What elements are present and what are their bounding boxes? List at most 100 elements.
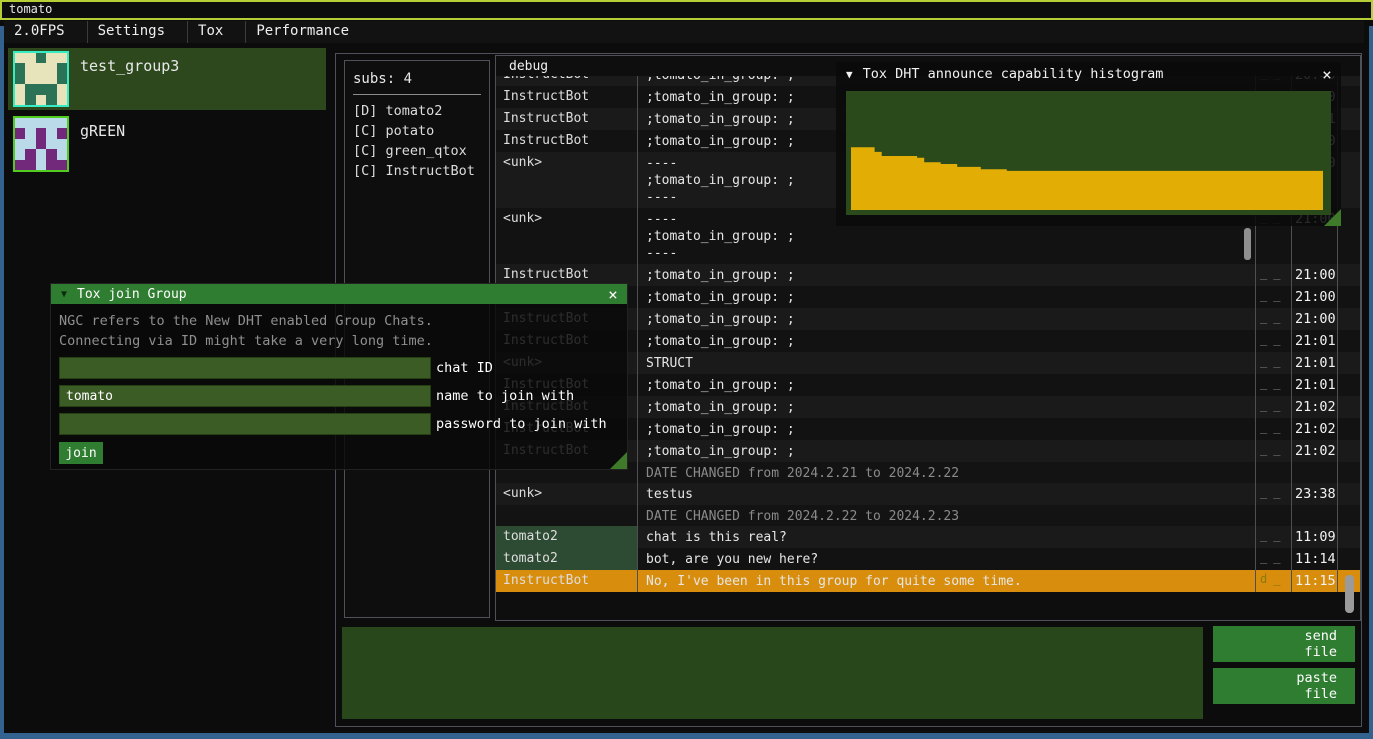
peer-item-InstructBot[interactable]: [C] InstructBot (353, 161, 481, 181)
scrollbar-gutter (1338, 108, 1360, 130)
sender-name-cell: <unk> (496, 208, 638, 264)
message-text: bot, are you new here? (638, 548, 1256, 570)
histogram-window-titlebar[interactable]: ▼ Tox DHT announce capability histogram … (836, 62, 1341, 86)
sender-name-cell: <unk> (496, 152, 638, 208)
message-text: ;tomato_in_group: ; (638, 308, 1256, 330)
delivery-indicator: _ (1260, 442, 1273, 456)
window-border-bottom (0, 733, 1373, 739)
delivery-indicators (1256, 462, 1292, 483)
delivery-indicator: _ (1273, 420, 1286, 434)
delivery-indicators: __ (1256, 526, 1292, 548)
sender-name-cell: tomato2 (496, 526, 638, 548)
message-text: testus (638, 483, 1256, 505)
delivery-indicator: d (1260, 572, 1273, 586)
timestamp: 23:38 (1292, 483, 1338, 505)
message-text: STRUCT (638, 352, 1256, 374)
scrollbar-gutter (1338, 130, 1360, 152)
group-item-test_group3[interactable]: test_group3 (8, 48, 326, 110)
collapse-arrow-icon[interactable]: ▼ (61, 289, 67, 300)
join-password-label: password to join with (436, 413, 607, 435)
timestamp: 21:01 (1292, 374, 1338, 396)
fps-indicator: 2.0FPS (4, 21, 87, 43)
menu-item-settings[interactable]: Settings (88, 21, 187, 43)
menu-item-performance[interactable]: Performance (246, 21, 371, 43)
message-text: ;tomato_in_group: ; (638, 330, 1256, 352)
peers-count: subs: 4 (353, 71, 481, 95)
timestamp: 21:02 (1292, 418, 1338, 440)
scrollbar-gutter (1338, 264, 1360, 286)
close-icon[interactable]: × (1317, 65, 1337, 84)
delivery-indicator: _ (1260, 528, 1273, 542)
message-text: ;tomato_in_group: ; (638, 418, 1256, 440)
message-row[interactable]: tomato2bot, are you new here?__11:14 (496, 548, 1360, 570)
timestamp: 21:00 (1292, 308, 1338, 330)
message-column-scrollbar[interactable] (1244, 228, 1251, 260)
join-button[interactable]: join (59, 442, 103, 464)
sender-name-cell (496, 505, 638, 526)
timestamp: 21:00 (1292, 264, 1338, 286)
resize-grip-icon[interactable] (610, 452, 627, 469)
timestamp: 11:14 (1292, 548, 1338, 570)
delivery-indicator: _ (1273, 376, 1286, 390)
timestamp: 21:02 (1292, 440, 1338, 462)
delivery-indicators: __ (1256, 418, 1292, 440)
delivery-indicators: __ (1256, 440, 1292, 462)
collapse-arrow-icon[interactable]: ▼ (846, 68, 853, 81)
peer-item-tomato2[interactable]: [D] tomato2 (353, 101, 481, 121)
delivery-indicator: _ (1260, 376, 1273, 390)
delivery-indicator: _ (1260, 420, 1273, 434)
group-item-gREEN[interactable]: gREEN (8, 113, 326, 175)
delivery-indicator: _ (1273, 528, 1286, 542)
scrollbar-gutter (1338, 440, 1360, 462)
scrollbar-gutter (1338, 352, 1360, 374)
chat-id-input[interactable] (59, 357, 431, 379)
message-input[interactable] (342, 627, 1203, 719)
join-dialog-titlebar[interactable]: ▼ Tox join Group × (51, 284, 627, 304)
timestamp: 21:00 (1292, 286, 1338, 308)
peer-item-green_qtox[interactable]: [C] green_qtox (353, 141, 481, 161)
timestamp: 11:15 (1292, 570, 1338, 592)
date-changed-row: DATE CHANGED from 2024.2.22 to 2024.2.23 (496, 505, 1360, 526)
peer-item-potato[interactable]: [C] potato (353, 121, 481, 141)
message-text: ;tomato_in_group: ; (638, 440, 1256, 462)
delivery-indicator: _ (1273, 442, 1286, 456)
delivery-indicator: _ (1273, 550, 1286, 564)
delivery-indicator: _ (1273, 288, 1286, 302)
resize-grip-icon[interactable] (1324, 209, 1341, 226)
close-icon[interactable]: × (603, 285, 623, 304)
delivery-indicator: _ (1260, 550, 1273, 564)
menu-item-tox[interactable]: Tox (188, 21, 245, 43)
delivery-indicator: _ (1260, 354, 1273, 368)
message-row[interactable]: tomato2chat is this real?__11:09 (496, 526, 1360, 548)
group-avatar (13, 51, 69, 107)
scrollbar-gutter (1338, 526, 1360, 548)
scrollbar-gutter (1338, 286, 1360, 308)
message-text: ;tomato_in_group: ; (638, 264, 1256, 286)
chat-scrollbar[interactable] (1345, 575, 1354, 613)
send-file-button[interactable]: send file (1213, 626, 1355, 662)
join-dialog-title: Tox join Group (77, 287, 603, 302)
chat-id-label: chat ID (436, 357, 493, 379)
delivery-indicator: _ (1273, 354, 1286, 368)
message-row[interactable]: InstructBotNo, I've been in this group f… (496, 570, 1360, 592)
window-title: tomato (9, 2, 52, 16)
delivery-indicator: _ (1260, 332, 1273, 346)
paste-file-button[interactable]: paste file (1213, 668, 1355, 704)
sender-name-cell: <unk> (496, 483, 638, 505)
delivery-indicators: __ (1256, 308, 1292, 330)
date-changed-text: DATE CHANGED from 2024.2.21 to 2024.2.22 (638, 462, 1256, 483)
delivery-indicators: __ (1256, 286, 1292, 308)
join-name-input[interactable] (59, 385, 431, 407)
date-changed-text: DATE CHANGED from 2024.2.22 to 2024.2.23 (638, 505, 1256, 526)
delivery-indicator: _ (1260, 310, 1273, 324)
message-text: ;tomato_in_group: ; (638, 286, 1256, 308)
delivery-indicator: _ (1260, 288, 1273, 302)
join-password-input[interactable] (59, 413, 431, 435)
timestamp: 21:01 (1292, 352, 1338, 374)
scrollbar-gutter (1338, 396, 1360, 418)
message-row[interactable]: <unk>testus__23:38 (496, 483, 1360, 505)
menubar: 2.0FPS SettingsToxPerformance (4, 21, 1364, 43)
join-group-dialog: ▼ Tox join Group × NGC refers to the New… (50, 283, 628, 470)
timestamp: 21:01 (1292, 330, 1338, 352)
scrollbar-gutter (1338, 483, 1360, 505)
